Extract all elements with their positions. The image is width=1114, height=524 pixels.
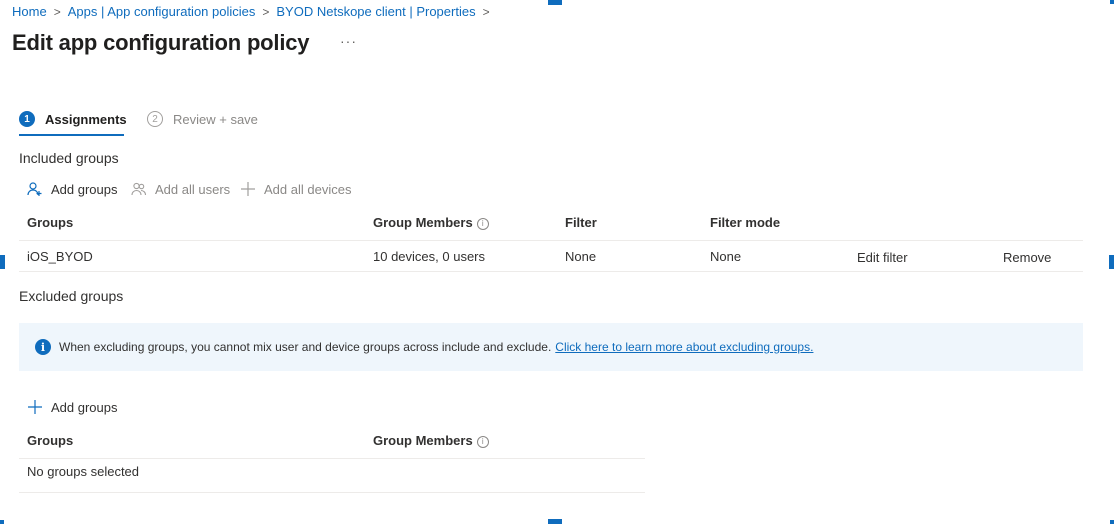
users-icon [131,182,147,196]
more-options-icon[interactable]: ··· [340,33,357,49]
column-header-label: Group Members [373,433,473,448]
table-divider [19,458,645,459]
excluded-groups-heading: Excluded groups [19,288,124,304]
row-filter-mode: None [710,249,742,264]
remove-link[interactable]: Remove [1003,250,1051,265]
edit-filter-link[interactable]: Edit filter [857,250,908,265]
selection-handle [0,520,4,524]
step-label: Assignments [45,111,127,127]
selection-handle [1110,0,1114,4]
info-icon[interactable]: i [476,435,489,448]
empty-state-text: No groups selected [27,464,140,479]
table-divider [19,271,1083,272]
plus-icon [28,400,42,414]
breadcrumb: Home > Apps | App configuration policies… [12,4,497,19]
row-group-name: iOS_BYOD [27,249,93,264]
column-header-groups: Groups [27,433,74,448]
selection-handle [548,0,562,5]
step-assignments[interactable]: 1 Assignments [19,111,127,127]
add-groups-button[interactable]: Add groups [27,181,118,197]
breadcrumb-chevron-icon: > [262,4,270,19]
column-header-groups: Groups [27,215,74,230]
step-number-badge: 2 [147,111,163,127]
add-excluded-groups-button[interactable]: Add groups [27,399,118,415]
step-review-save[interactable]: 2 Review + save [147,111,258,127]
breadcrumb-chevron-icon: > [482,4,490,19]
column-header-group-members: Group Members i [373,215,489,230]
selection-handle [548,519,562,524]
breadcrumb-home[interactable]: Home [12,4,47,19]
selection-handle [1110,520,1114,524]
breadcrumb-chevron-icon: > [53,4,61,19]
breadcrumb-policy-properties[interactable]: BYOD Netskope client | Properties [276,4,475,19]
table-divider [19,492,645,493]
column-header-filter-mode: Filter mode [710,215,781,230]
add-all-devices-label: Add all devices [264,181,352,197]
learn-more-excluding-link[interactable]: Click here to learn more about excluding… [555,340,813,354]
row-filter: None [565,249,597,264]
table-row [19,241,1083,271]
add-all-users-button[interactable]: Add all users [131,181,230,197]
active-step-indicator [19,134,124,136]
add-groups-label: Add groups [51,181,118,197]
info-message-bar: i When excluding groups, you cannot mix … [19,323,1083,371]
breadcrumb-app-configuration-policies[interactable]: Apps | App configuration policies [68,4,256,19]
column-header-group-members: Group Members i [373,433,489,448]
row-group-members: 10 devices, 0 users [373,249,486,264]
add-all-devices-button[interactable]: Add all devices [240,181,351,197]
selection-handle [1109,255,1114,269]
column-header-filter: Filter [565,215,597,230]
step-number-badge: 1 [19,111,35,127]
selection-handle [0,255,5,269]
plus-icon [241,182,255,196]
add-person-icon [27,182,42,196]
included-groups-heading: Included groups [19,150,119,166]
page-title: Edit app configuration policy [12,30,310,55]
info-circle-icon: i [35,339,51,355]
add-all-users-label: Add all users [155,181,231,197]
info-message-text: When excluding groups, you cannot mix us… [59,340,552,354]
add-groups-label: Add groups [51,399,118,415]
info-icon[interactable]: i [476,217,489,230]
column-header-label: Group Members [373,215,473,230]
step-label: Review + save [173,111,258,127]
